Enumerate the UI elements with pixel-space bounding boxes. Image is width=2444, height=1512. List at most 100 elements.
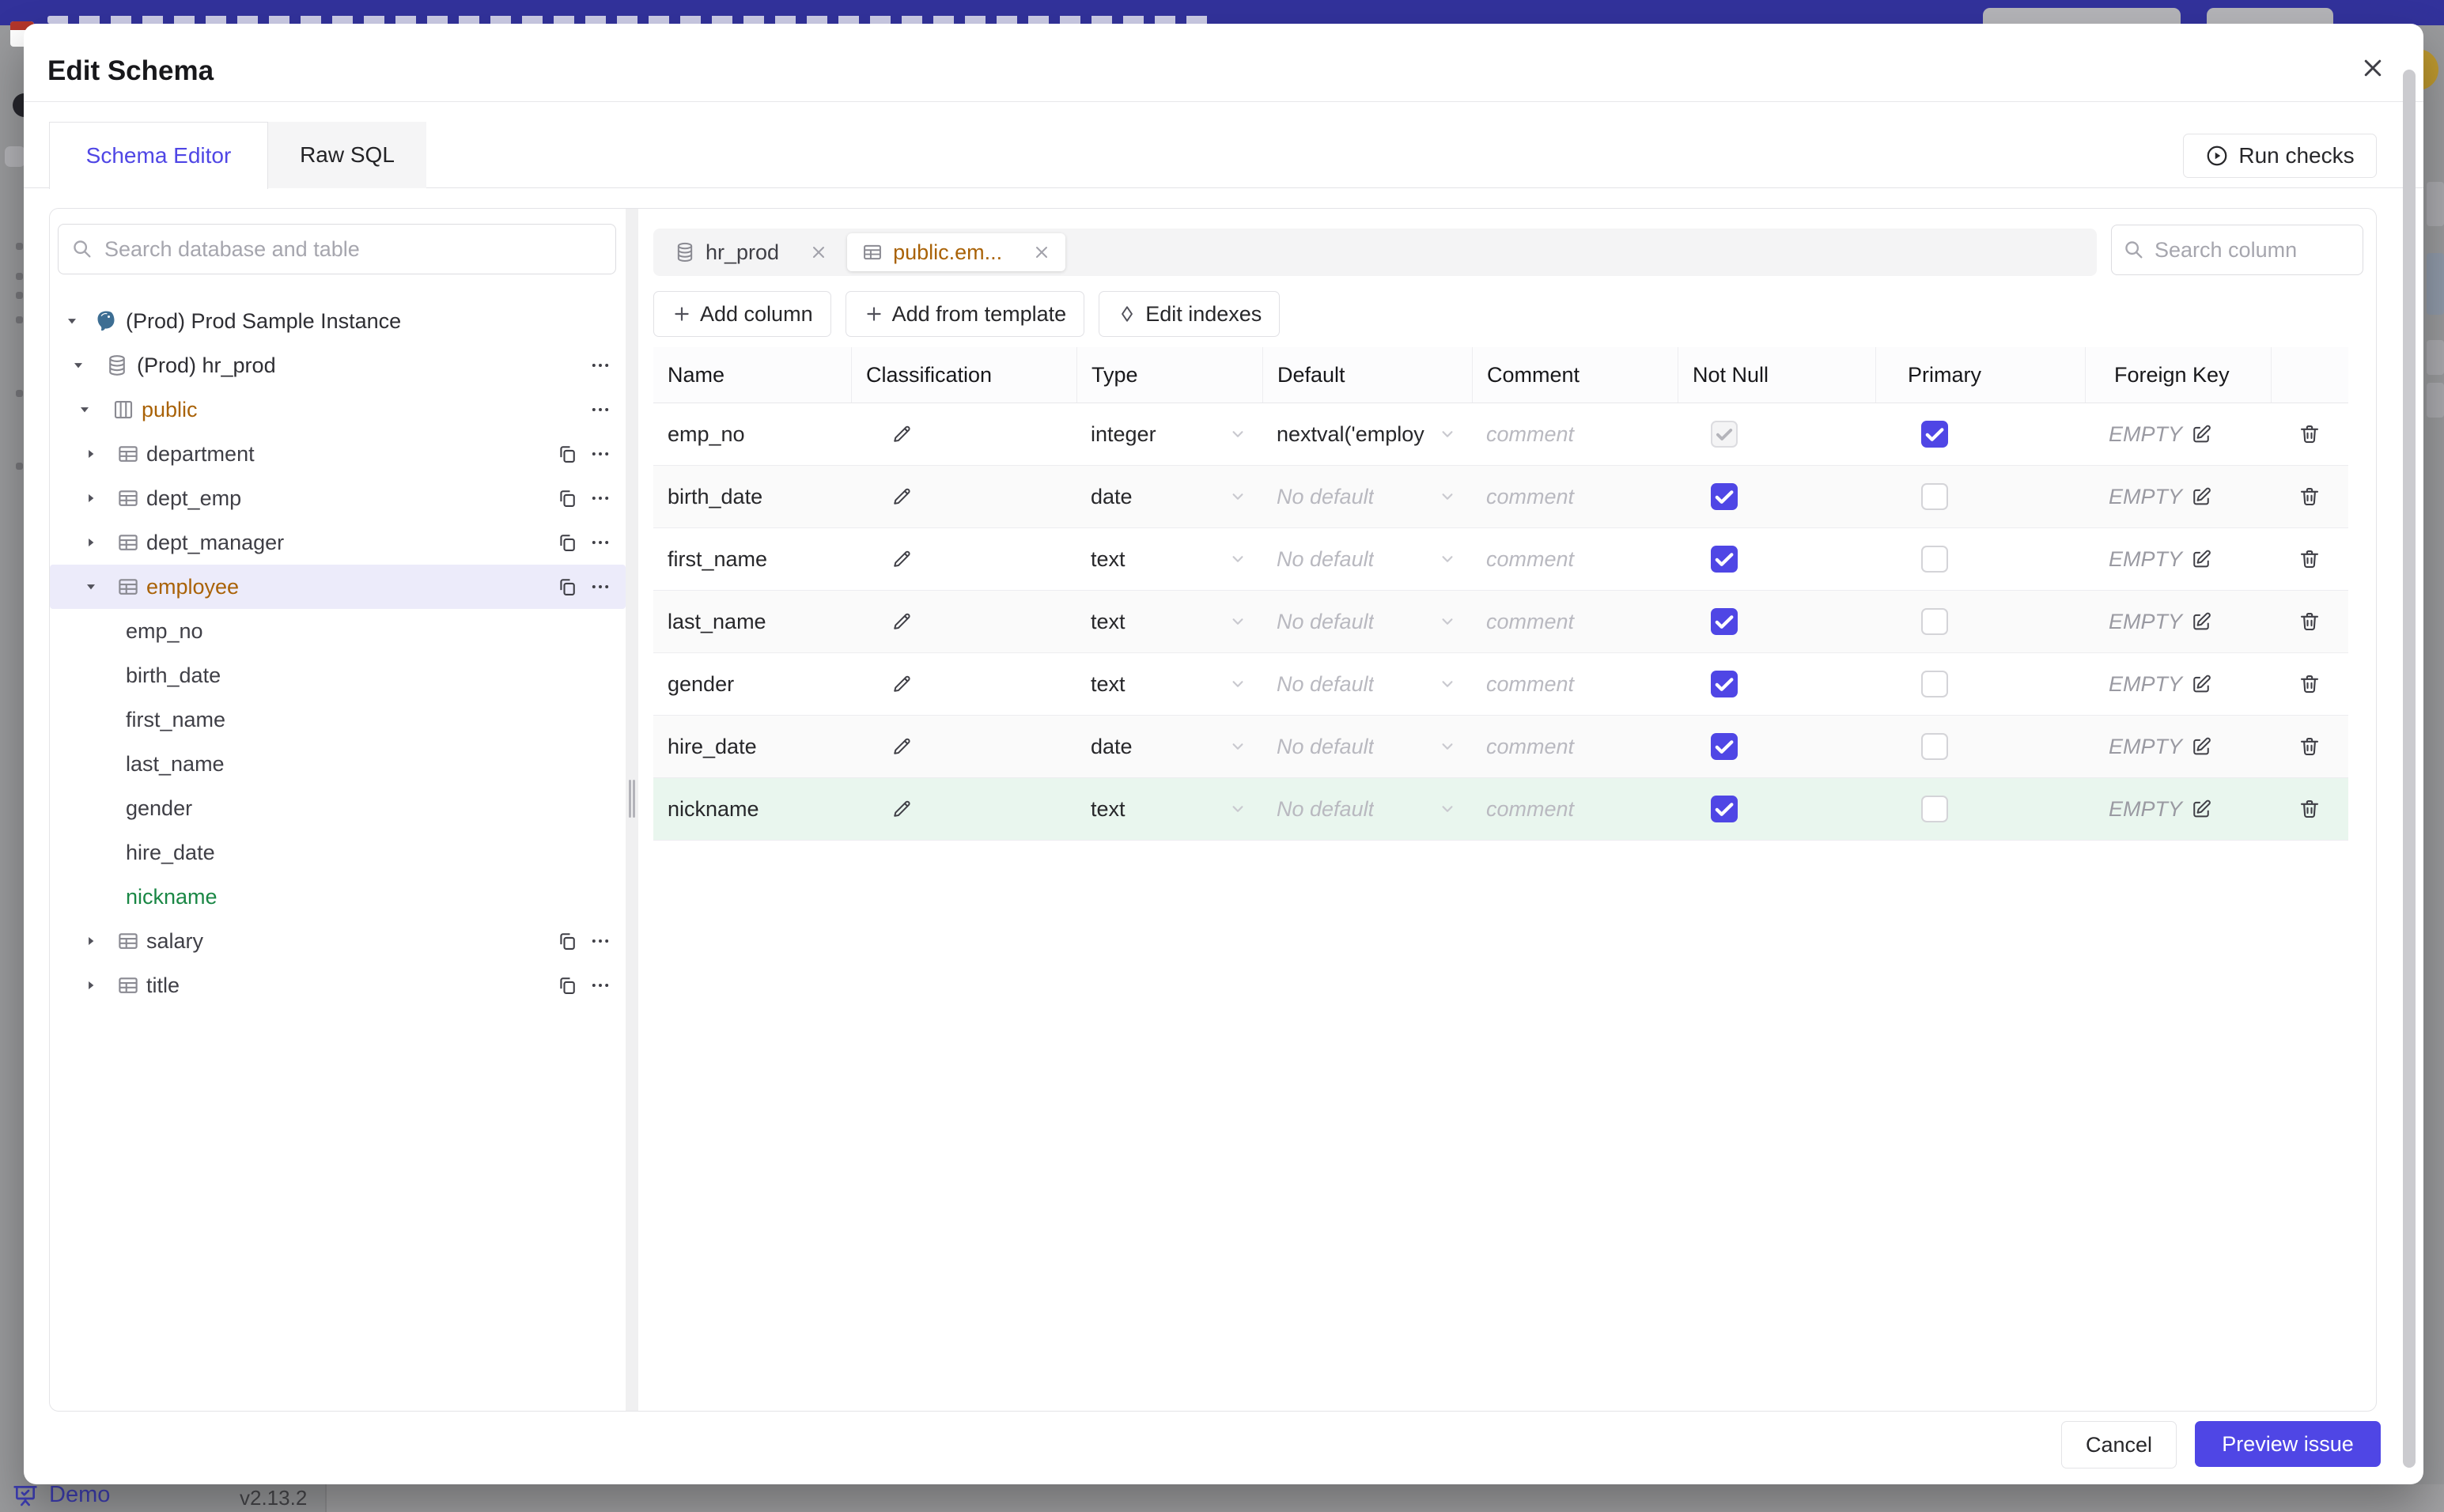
trash-icon[interactable] bbox=[2298, 672, 2321, 696]
primary-checkbox[interactable] bbox=[1921, 671, 1948, 697]
copy-icon[interactable] bbox=[556, 531, 578, 554]
column-name-value[interactable]: last_name bbox=[668, 610, 766, 634]
tree-item-prod-hr-prod[interactable]: (Prod) hr_prod bbox=[50, 343, 626, 387]
more-icon[interactable] bbox=[589, 354, 611, 376]
trash-icon[interactable] bbox=[2298, 547, 2321, 571]
not-null-checkbox[interactable] bbox=[1711, 796, 1738, 822]
primary-checkbox[interactable] bbox=[1921, 733, 1948, 760]
chevron-down-icon[interactable] bbox=[1228, 674, 1248, 694]
column-name-value[interactable]: first_name bbox=[668, 547, 767, 572]
tree-item-emp-no[interactable]: emp_no bbox=[50, 609, 626, 653]
preview-issue-button[interactable]: Preview issue bbox=[2195, 1421, 2381, 1467]
type-select-value[interactable]: date bbox=[1091, 485, 1133, 509]
chevron-down-icon[interactable] bbox=[1228, 611, 1248, 632]
default-select-value[interactable]: nextval('employ bbox=[1277, 422, 1424, 447]
pencil-icon[interactable] bbox=[891, 798, 913, 820]
more-icon[interactable] bbox=[589, 930, 611, 952]
modal-scrollbar[interactable] bbox=[2403, 70, 2416, 1468]
tab-schema-editor[interactable]: Schema Editor bbox=[49, 122, 268, 189]
open-tab-hr-prod[interactable]: hr_prod bbox=[660, 233, 842, 271]
chevron-down-icon[interactable] bbox=[1228, 736, 1248, 757]
primary-checkbox[interactable] bbox=[1921, 483, 1948, 510]
trash-icon[interactable] bbox=[2298, 485, 2321, 508]
run-checks-button[interactable]: Run checks bbox=[2183, 134, 2377, 178]
chevron-down-icon[interactable] bbox=[1437, 736, 1458, 757]
more-icon[interactable] bbox=[589, 443, 611, 465]
type-select-value[interactable]: text bbox=[1091, 672, 1126, 697]
add-from-template-button[interactable]: Add from template bbox=[845, 291, 1085, 337]
comment-input[interactable]: comment bbox=[1486, 672, 1574, 697]
edit-square-icon[interactable] bbox=[2190, 610, 2212, 633]
edit-square-icon[interactable] bbox=[2190, 673, 2212, 695]
tree-item-title[interactable]: title bbox=[50, 963, 626, 1007]
more-icon[interactable] bbox=[589, 399, 611, 421]
not-null-checkbox[interactable] bbox=[1711, 608, 1738, 635]
pencil-icon[interactable] bbox=[891, 673, 913, 695]
edit-indexes-button[interactable]: Edit indexes bbox=[1099, 291, 1281, 337]
chevron-down-icon[interactable] bbox=[1437, 486, 1458, 507]
not-null-checkbox[interactable] bbox=[1711, 546, 1738, 573]
edit-square-icon[interactable] bbox=[2190, 423, 2212, 445]
comment-input[interactable]: comment bbox=[1486, 485, 1574, 509]
primary-checkbox[interactable] bbox=[1921, 421, 1948, 448]
tree-item-department[interactable]: department bbox=[50, 432, 626, 476]
tree-item-nickname[interactable]: nickname bbox=[50, 875, 626, 919]
chevron-down-icon[interactable] bbox=[1228, 486, 1248, 507]
caret-right-icon[interactable] bbox=[83, 933, 99, 949]
primary-checkbox[interactable] bbox=[1921, 608, 1948, 635]
chevron-down-icon[interactable] bbox=[1228, 799, 1248, 819]
copy-icon[interactable] bbox=[556, 930, 578, 952]
copy-icon[interactable] bbox=[556, 974, 578, 996]
close-icon[interactable] bbox=[1032, 243, 1051, 262]
caret-down-icon[interactable] bbox=[64, 313, 80, 329]
caret-right-icon[interactable] bbox=[83, 535, 99, 550]
default-select-value[interactable]: No default bbox=[1277, 672, 1374, 697]
tab-raw-sql[interactable]: Raw SQL bbox=[268, 122, 426, 188]
tree-item-hire-date[interactable]: hire_date bbox=[50, 830, 626, 875]
caret-down-icon[interactable] bbox=[83, 579, 99, 595]
copy-icon[interactable] bbox=[556, 576, 578, 598]
tree-item-prod-prod-sample-instance[interactable]: (Prod) Prod Sample Instance bbox=[50, 299, 626, 343]
chevron-down-icon[interactable] bbox=[1437, 424, 1458, 444]
close-icon[interactable] bbox=[809, 243, 828, 262]
tree-item-birth-date[interactable]: birth_date bbox=[50, 653, 626, 697]
type-select-value[interactable]: integer bbox=[1091, 422, 1156, 447]
primary-checkbox[interactable] bbox=[1921, 796, 1948, 822]
tree-item-salary[interactable]: salary bbox=[50, 919, 626, 963]
chevron-down-icon[interactable] bbox=[1437, 549, 1458, 569]
default-select-value[interactable]: No default bbox=[1277, 547, 1374, 572]
edit-square-icon[interactable] bbox=[2190, 486, 2212, 508]
type-select-value[interactable]: date bbox=[1091, 735, 1133, 759]
type-select-value[interactable]: text bbox=[1091, 797, 1126, 822]
edit-square-icon[interactable] bbox=[2190, 548, 2212, 570]
pencil-icon[interactable] bbox=[891, 610, 913, 633]
close-button[interactable] bbox=[2355, 51, 2390, 85]
database-search-input[interactable] bbox=[103, 236, 549, 263]
pencil-icon[interactable] bbox=[891, 423, 913, 445]
trash-icon[interactable] bbox=[2298, 735, 2321, 758]
cancel-button[interactable]: Cancel bbox=[2061, 1421, 2177, 1469]
caret-right-icon[interactable] bbox=[83, 977, 99, 993]
trash-icon[interactable] bbox=[2298, 422, 2321, 446]
demo-link[interactable]: Demo bbox=[13, 1482, 110, 1508]
default-select-value[interactable]: No default bbox=[1277, 797, 1374, 822]
more-icon[interactable] bbox=[589, 974, 611, 996]
chevron-down-icon[interactable] bbox=[1228, 424, 1248, 444]
caret-right-icon[interactable] bbox=[83, 446, 99, 462]
comment-input[interactable]: comment bbox=[1486, 422, 1574, 447]
chevron-down-icon[interactable] bbox=[1437, 611, 1458, 632]
not-null-checkbox[interactable] bbox=[1711, 671, 1738, 697]
primary-checkbox[interactable] bbox=[1921, 546, 1948, 573]
tree-item-gender[interactable]: gender bbox=[50, 786, 626, 830]
not-null-checkbox[interactable] bbox=[1711, 483, 1738, 510]
copy-icon[interactable] bbox=[556, 487, 578, 509]
column-name-value[interactable]: nickname bbox=[668, 797, 759, 822]
tree-item-employee[interactable]: employee bbox=[50, 565, 626, 609]
tree-item-last-name[interactable]: last_name bbox=[50, 742, 626, 786]
tree-item-dept-manager[interactable]: dept_manager bbox=[50, 520, 626, 565]
type-select-value[interactable]: text bbox=[1091, 610, 1126, 634]
column-name-value[interactable]: birth_date bbox=[668, 485, 762, 509]
tree-item-dept-emp[interactable]: dept_emp bbox=[50, 476, 626, 520]
trash-icon[interactable] bbox=[2298, 797, 2321, 821]
comment-input[interactable]: comment bbox=[1486, 735, 1574, 759]
